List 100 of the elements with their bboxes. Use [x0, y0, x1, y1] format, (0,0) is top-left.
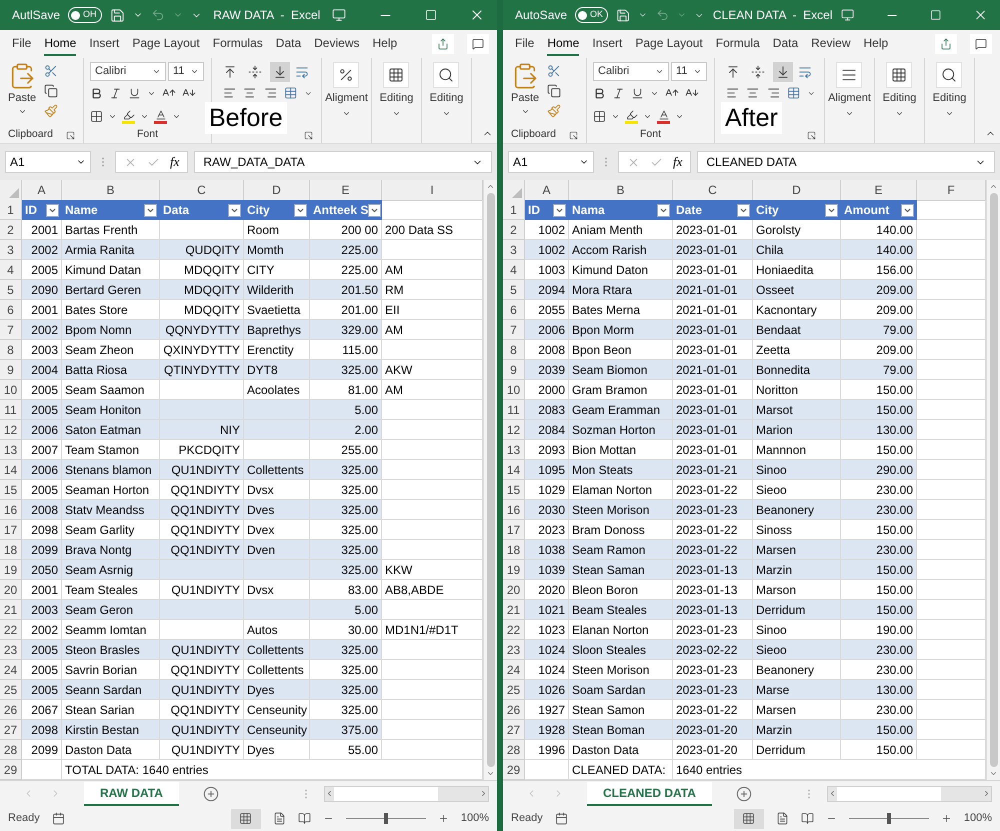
- row-header[interactable]: 16: [0, 500, 22, 520]
- ribbon-tab[interactable]: File: [12, 32, 32, 56]
- row-header[interactable]: 19: [503, 560, 525, 580]
- row-header[interactable]: 27: [503, 720, 525, 740]
- ribbon-tab[interactable]: Help: [372, 32, 398, 56]
- row-header[interactable]: 2: [503, 220, 525, 240]
- percent-icon[interactable]: [333, 62, 360, 88]
- row-header[interactable]: 11: [503, 400, 525, 420]
- ribbon-tab[interactable]: Page Layout: [132, 32, 200, 56]
- page-layout-view-icon[interactable]: [776, 812, 789, 825]
- ribbon-button[interactable]: Editing: [380, 62, 414, 118]
- row-header[interactable]: 8: [0, 340, 22, 360]
- row-header[interactable]: 26: [0, 700, 22, 720]
- merge-icon[interactable]: [284, 86, 298, 100]
- lines-icon[interactable]: [836, 62, 862, 88]
- comments-button[interactable]: [970, 34, 992, 54]
- caret-icon[interactable]: [190, 67, 199, 76]
- ribbon-tab[interactable]: Data: [276, 32, 302, 56]
- row-header[interactable]: 9: [0, 360, 22, 380]
- ribbon-tab[interactable]: Page Layout: [635, 32, 703, 56]
- scroll-right-icon[interactable]: [479, 789, 488, 798]
- align-left-icon[interactable]: [223, 86, 236, 100]
- bold-icon[interactable]: [593, 86, 606, 100]
- scrollbar-thumb[interactable]: [334, 786, 438, 800]
- row-header[interactable]: 17: [0, 520, 22, 540]
- zoom-level[interactable]: 100%: [964, 810, 992, 827]
- row-header[interactable]: 28: [0, 740, 22, 760]
- ribbon-tab[interactable]: Formulas: [212, 32, 263, 56]
- row-header[interactable]: 4: [0, 260, 22, 280]
- bold-icon[interactable]: [90, 86, 103, 100]
- share-button[interactable]: [935, 34, 957, 54]
- font-size-field[interactable]: 11: [168, 62, 204, 81]
- ribbon-button[interactable]: Editing: [882, 62, 916, 118]
- row-header[interactable]: 20: [0, 580, 22, 600]
- font-size-field[interactable]: 11: [671, 62, 707, 81]
- scrollbar-thumb[interactable]: [486, 193, 494, 767]
- ribbon-tab[interactable]: Home: [44, 32, 76, 56]
- ribbon-tab[interactable]: Home: [547, 32, 580, 56]
- ribbon-button[interactable]: Editing: [430, 62, 464, 118]
- sheet-tab[interactable]: CLEANED DATA: [587, 782, 712, 806]
- row-header[interactable]: 3: [503, 240, 525, 260]
- add-sheet-icon[interactable]: [202, 786, 219, 802]
- save-icon[interactable]: [110, 8, 125, 22]
- scroll-left-icon[interactable]: [325, 789, 334, 798]
- row-header[interactable]: 24: [0, 660, 22, 680]
- name-box[interactable]: A1: [508, 151, 594, 173]
- vertical-scrollbar[interactable]: [986, 180, 1000, 780]
- scroll-left-icon[interactable]: [828, 789, 837, 798]
- merge-icon[interactable]: [787, 86, 800, 100]
- grid-icon[interactable]: [239, 812, 252, 825]
- row-header[interactable]: 5: [0, 280, 22, 300]
- row-header[interactable]: 24: [503, 660, 525, 680]
- row-header[interactable]: 6: [0, 300, 22, 320]
- row-header[interactable]: 28: [503, 740, 525, 760]
- launcher-icon[interactable]: [304, 130, 313, 140]
- row-header[interactable]: 22: [503, 620, 525, 640]
- ribbon-tab[interactable]: File: [515, 32, 534, 56]
- sheet-tab[interactable]: RAW DATA: [84, 782, 179, 806]
- caret-icon[interactable]: [693, 67, 702, 76]
- maximize-icon[interactable]: [425, 9, 437, 21]
- row-header[interactable]: 21: [503, 600, 525, 620]
- ribbon-tab[interactable]: Help: [864, 32, 888, 56]
- scroll-right-icon[interactable]: [982, 789, 991, 798]
- format-painter-icon[interactable]: [44, 104, 58, 118]
- row-header[interactable]: 23: [503, 640, 525, 660]
- row-header[interactable]: 10: [0, 380, 22, 400]
- scroll-down-icon[interactable]: [486, 769, 495, 778]
- scrollbar-thumb[interactable]: [990, 193, 998, 767]
- zoom-in-icon[interactable]: [438, 813, 449, 824]
- row-header[interactable]: 19: [0, 560, 22, 580]
- highlighter-icon[interactable]: [626, 108, 638, 120]
- font-name-field[interactable]: Calibri: [90, 62, 166, 81]
- row-header[interactable]: 13: [503, 440, 525, 460]
- row-header[interactable]: 13: [0, 440, 22, 460]
- row-header[interactable]: 25: [503, 680, 525, 700]
- row-header[interactable]: 6: [503, 300, 525, 320]
- zoom-slider-thumb[interactable]: [384, 813, 388, 824]
- row-header[interactable]: 18: [503, 540, 525, 560]
- formula-field[interactable]: CLEANED DATA: [697, 151, 995, 173]
- ribbon-tab[interactable]: Review: [811, 32, 850, 56]
- row-header[interactable]: 16: [503, 500, 525, 520]
- search-icon[interactable]: [936, 62, 962, 88]
- align-right-icon[interactable]: [766, 86, 780, 100]
- row-header[interactable]: 26: [503, 700, 525, 720]
- scroll-up-icon[interactable]: [486, 182, 495, 191]
- letter-icon[interactable]: [658, 108, 670, 120]
- row-header[interactable]: 7: [503, 320, 525, 340]
- calendar-icon[interactable]: [554, 812, 568, 825]
- row-header[interactable]: 12: [503, 420, 525, 440]
- scroll-down-icon[interactable]: [989, 769, 998, 778]
- zoom-slider[interactable]: [848, 812, 929, 824]
- comments-button[interactable]: [467, 34, 489, 54]
- page-layout-view-icon[interactable]: [272, 812, 286, 825]
- insert-function-button[interactable]: fx: [170, 152, 180, 172]
- insert-function-button[interactable]: fx: [673, 152, 682, 172]
- autosave-toggle[interactable]: OH: [68, 7, 102, 23]
- format-painter-icon[interactable]: [547, 104, 562, 118]
- calendar-icon[interactable]: [52, 812, 65, 825]
- cut-icon[interactable]: [44, 64, 58, 78]
- row-header[interactable]: 15: [0, 480, 22, 500]
